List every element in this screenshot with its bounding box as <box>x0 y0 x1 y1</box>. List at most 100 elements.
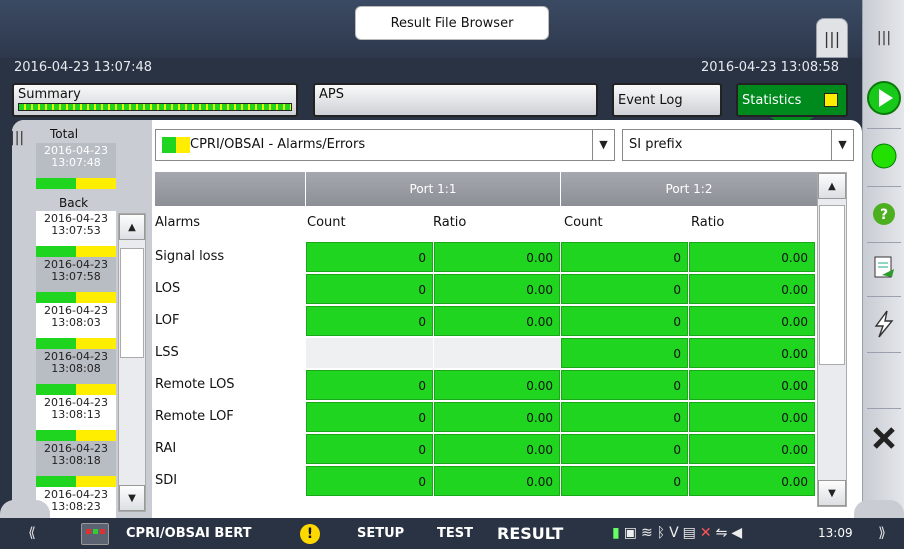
scroll-thumb[interactable] <box>120 248 144 358</box>
port-1-2-header: Port 1:2 <box>561 172 817 206</box>
back-label: Back <box>59 196 89 210</box>
history-grip-icon[interactable]: ||| <box>10 130 24 146</box>
result-file-browser-tab[interactable]: Result File Browser <box>355 6 549 40</box>
no-signal-icon: ✕ <box>699 525 716 541</box>
ok-indicator <box>36 292 76 303</box>
battery-icon: ▮ <box>612 525 624 541</box>
scroll-thumb[interactable] <box>819 205 845 365</box>
tab-statistics-label: Statistics <box>742 93 802 108</box>
alarms-table: Port 1:1 Port 1:2 Alarms Count Ratio Cou… <box>155 172 817 507</box>
table-cell: 0 <box>306 370 433 400</box>
row-label: Remote LOF <box>155 409 234 424</box>
led-status-button[interactable] <box>863 138 904 174</box>
setup-button[interactable]: SETUP <box>357 518 404 549</box>
lightning-icon <box>874 310 894 338</box>
nav-left-icon[interactable]: ⟪ <box>12 518 52 549</box>
prefix-selector[interactable]: SI prefix ▼ <box>622 129 854 161</box>
history-item[interactable]: 2016-04-23 13:08:13 <box>36 395 116 441</box>
count-column-header: Count <box>307 215 346 230</box>
history-total-item[interactable]: 2016-04-23 13:07:48 <box>36 143 116 189</box>
help-button[interactable]: ? <box>863 196 904 232</box>
warn-indicator <box>76 246 116 257</box>
bluetooth-icon: ᛒ <box>656 525 670 541</box>
history-time: 13:08:13 <box>51 408 101 421</box>
nav-right-icon[interactable]: ⟫ <box>862 518 902 549</box>
report-icon <box>874 256 894 278</box>
alarms-column-header: Alarms <box>155 215 201 230</box>
table-cell: 0 <box>306 242 433 272</box>
chevron-down-icon: ▼ <box>592 130 614 160</box>
run-test-button[interactable] <box>863 78 904 118</box>
ok-indicator <box>162 137 176 153</box>
warning-icon[interactable]: ! <box>300 524 320 544</box>
result-button[interactable]: RESULT <box>497 518 563 549</box>
app-name: CPRI/OBSAI BERT <box>126 526 252 541</box>
warn-indicator <box>76 476 116 487</box>
close-icon <box>873 427 895 449</box>
history-item[interactable]: 2016-04-23 13:07:58 <box>36 257 116 303</box>
tab-statistics[interactable]: Statistics <box>736 83 848 117</box>
start-timestamp: 2016-04-23 13:07:48 <box>14 60 153 75</box>
view-selector-value: CPRI/OBSAI - Alarms/Errors <box>190 137 366 152</box>
usb-icon: ⇋ <box>715 525 732 541</box>
warn-indicator <box>76 292 116 303</box>
warn-indicator <box>176 137 190 153</box>
top-menu-grip-icon[interactable]: ||| <box>816 18 848 58</box>
app-window: Result File Browser 2016-04-23 13:07:48 … <box>0 0 904 549</box>
view-selector[interactable]: CPRI/OBSAI - Alarms/Errors ▼ <box>155 129 615 161</box>
summary-status-bar <box>18 103 292 111</box>
ok-indicator <box>36 178 76 189</box>
statistics-status-indicator <box>824 93 838 107</box>
row-label: Remote LOS <box>155 377 235 392</box>
test-button[interactable]: TEST <box>437 518 473 549</box>
tab-summary-label: Summary <box>18 87 81 102</box>
history-item[interactable]: 2016-04-23 13:08:03 <box>36 303 116 349</box>
ok-indicator <box>36 246 76 257</box>
tab-aps[interactable]: APS <box>313 83 598 117</box>
history-item[interactable]: 2016-04-23 13:07:53 <box>36 211 116 257</box>
scroll-up-icon[interactable]: ▲ <box>818 173 846 199</box>
port-1-1-header: Port 1:1 <box>306 172 560 206</box>
row-label: SDI <box>155 473 178 488</box>
table-cell: 0 <box>561 370 688 400</box>
history-time: 13:07:58 <box>51 270 101 283</box>
table-cell: 0 <box>561 274 688 304</box>
table-header-blank <box>155 172 305 206</box>
svg-text:?: ? <box>880 207 888 223</box>
scroll-down-icon[interactable]: ▼ <box>119 485 145 511</box>
status-icons: ▮▣≋ᛒV▤✕⇋◀ <box>612 518 746 549</box>
error-inject-button[interactable] <box>863 304 904 344</box>
table-cell: 0.00 <box>689 306 815 336</box>
table-cell: 0 <box>306 306 433 336</box>
table-cell: 0 <box>306 402 433 432</box>
table-cell: 0 <box>561 402 688 432</box>
table-cell: 0 <box>306 274 433 304</box>
table-cell: 0 <box>561 434 688 464</box>
status-led-icon <box>871 143 897 169</box>
tab-event-log[interactable]: Event Log <box>612 83 722 117</box>
app-icon[interactable] <box>81 523 109 545</box>
row-label: LSS <box>155 345 179 360</box>
ok-indicator <box>36 338 76 349</box>
scroll-up-icon[interactable]: ▲ <box>119 214 145 240</box>
scroll-down-icon[interactable]: ▼ <box>818 480 846 506</box>
history-scrollbar[interactable]: ▲ ▼ <box>118 213 146 512</box>
table-cell: 0 <box>561 306 688 336</box>
history-time: 13:08:18 <box>51 454 101 467</box>
history-time: 13:08:08 <box>51 362 101 375</box>
history-item[interactable]: 2016-04-23 13:08:18 <box>36 441 116 487</box>
close-button[interactable] <box>863 418 904 458</box>
report-button[interactable] <box>863 250 904 286</box>
table-cell: 0.00 <box>434 242 560 272</box>
grip-icon[interactable]: ||| <box>863 20 904 56</box>
history-item[interactable]: 2016-04-23 13:08:08 <box>36 349 116 395</box>
tab-summary[interactable]: Summary <box>12 83 298 117</box>
table-cell: 0 <box>561 466 688 496</box>
play-icon <box>867 81 901 115</box>
wifi-icon: ≋ <box>640 525 657 541</box>
warn-indicator <box>76 430 116 441</box>
table-cell: 0.00 <box>434 370 560 400</box>
ratio-column-header: Ratio <box>433 215 467 230</box>
table-cell: 0.00 <box>434 306 560 336</box>
table-scrollbar[interactable]: ▲ ▼ <box>817 172 847 507</box>
